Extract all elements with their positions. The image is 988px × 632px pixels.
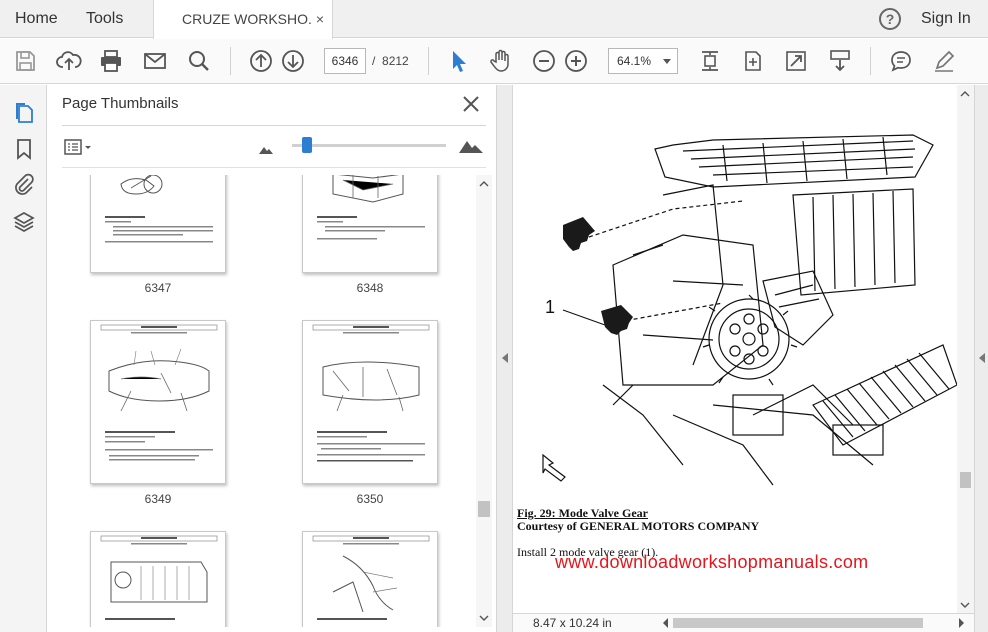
watermark-link[interactable]: www.downloadworkshopmanuals.com bbox=[555, 552, 868, 573]
thumbnail-list: 6347 6348 6349 6350 bbox=[62, 175, 478, 627]
tab-close-icon[interactable]: × bbox=[316, 0, 324, 38]
thumbnails-panel: Page Thumbnails 6347 6348 6349 6350 bbox=[48, 85, 496, 632]
thumbnail-label: 6347 bbox=[144, 281, 172, 295]
thumbnail-options-icon[interactable] bbox=[63, 137, 97, 157]
document-scrollbar[interactable] bbox=[957, 85, 974, 613]
zoom-out-icon[interactable] bbox=[531, 48, 557, 74]
page-up-icon[interactable] bbox=[248, 48, 274, 74]
panel-splitter[interactable] bbox=[496, 85, 513, 632]
thumbnail-size-slider[interactable] bbox=[292, 144, 446, 147]
fit-page-icon[interactable] bbox=[697, 48, 723, 74]
close-icon[interactable] bbox=[461, 94, 481, 114]
small-mountain-icon bbox=[258, 142, 274, 154]
thumbnail-page[interactable] bbox=[302, 175, 438, 273]
thumbnail-page[interactable] bbox=[90, 531, 226, 627]
attachments-icon[interactable] bbox=[12, 173, 36, 197]
figure-credit: Courtesy of GENERAL MOTORS COMPANY bbox=[517, 519, 760, 533]
thumbnail-page[interactable] bbox=[302, 531, 438, 627]
thumbnail-scrollbar[interactable] bbox=[476, 175, 492, 627]
current-page-input[interactable]: 6346 bbox=[324, 48, 366, 74]
upload-icon[interactable] bbox=[56, 48, 82, 74]
print-icon[interactable] bbox=[98, 48, 124, 74]
comment-icon[interactable] bbox=[888, 48, 914, 74]
sign-icon[interactable] bbox=[931, 48, 957, 74]
help-icon[interactable]: ? bbox=[879, 8, 901, 30]
scroll-left-icon[interactable] bbox=[663, 618, 668, 628]
right-panel-toggle[interactable] bbox=[974, 85, 988, 632]
document-tab[interactable]: CRUZE WORKSHO... × bbox=[153, 0, 333, 39]
document-tab-title: CRUZE WORKSHO... bbox=[182, 11, 312, 27]
thumbnail-label: 6350 bbox=[356, 492, 384, 506]
document-view[interactable]: 1 Fig. 29: Mode Valve Gear Courtesy of G… bbox=[513, 85, 957, 613]
menu-bar: Home Tools CRUZE WORKSHO... × ? Sign In bbox=[0, 0, 988, 39]
navigation-rail bbox=[0, 85, 47, 632]
scroll-right-icon[interactable] bbox=[959, 618, 964, 628]
page-down-icon[interactable] bbox=[280, 48, 306, 74]
thumbnail-scroll-thumb[interactable] bbox=[478, 501, 490, 517]
page-size: 8.47 x 10.24 in bbox=[533, 616, 612, 630]
total-pages: / 8212 bbox=[372, 54, 409, 68]
thumbnail-label: 6348 bbox=[356, 281, 384, 295]
chevron-down-icon bbox=[663, 59, 671, 64]
horizontal-scroll-thumb[interactable] bbox=[673, 618, 923, 628]
thumbnail-page[interactable] bbox=[302, 320, 438, 484]
slider-handle[interactable] bbox=[302, 137, 312, 153]
zoom-in-icon[interactable] bbox=[563, 48, 589, 74]
select-arrow-icon[interactable] bbox=[445, 48, 471, 74]
save-icon[interactable] bbox=[12, 48, 38, 74]
expand-right-panel-icon[interactable] bbox=[979, 353, 985, 363]
bookmarks-icon[interactable] bbox=[12, 137, 36, 161]
page-thumbnails-icon[interactable] bbox=[12, 101, 36, 125]
thumbnail-page[interactable] bbox=[90, 320, 226, 484]
tools-menu[interactable]: Tools bbox=[86, 0, 123, 38]
document-scroll-thumb[interactable] bbox=[960, 472, 971, 488]
layers-icon[interactable] bbox=[12, 210, 36, 234]
collapse-left-icon[interactable] bbox=[502, 353, 508, 363]
rotate-icon[interactable] bbox=[740, 48, 766, 74]
sign-in-button[interactable]: Sign In bbox=[921, 0, 971, 38]
thumbnail-page[interactable] bbox=[90, 175, 226, 273]
zoom-select[interactable]: 64.1% bbox=[608, 48, 678, 74]
hand-icon[interactable] bbox=[488, 48, 514, 74]
large-mountain-icon bbox=[458, 136, 484, 154]
toolbar: 6346 / 8212 64.1% bbox=[0, 39, 988, 84]
fullscreen-icon[interactable] bbox=[783, 48, 809, 74]
panel-title: Page Thumbnails bbox=[62, 95, 179, 112]
status-bar: 8.47 x 10.24 in bbox=[513, 613, 974, 632]
search-icon[interactable] bbox=[186, 48, 212, 74]
thumbnail-label: 6349 bbox=[144, 492, 172, 506]
zoom-value: 64.1% bbox=[617, 54, 652, 68]
callout-number: 1 bbox=[545, 297, 555, 317]
email-icon[interactable] bbox=[142, 48, 168, 74]
home-menu[interactable]: Home bbox=[15, 0, 58, 38]
mode-valve-gear-diagram: 1 bbox=[542, 134, 957, 486]
scroll-mode-icon[interactable] bbox=[827, 48, 853, 74]
